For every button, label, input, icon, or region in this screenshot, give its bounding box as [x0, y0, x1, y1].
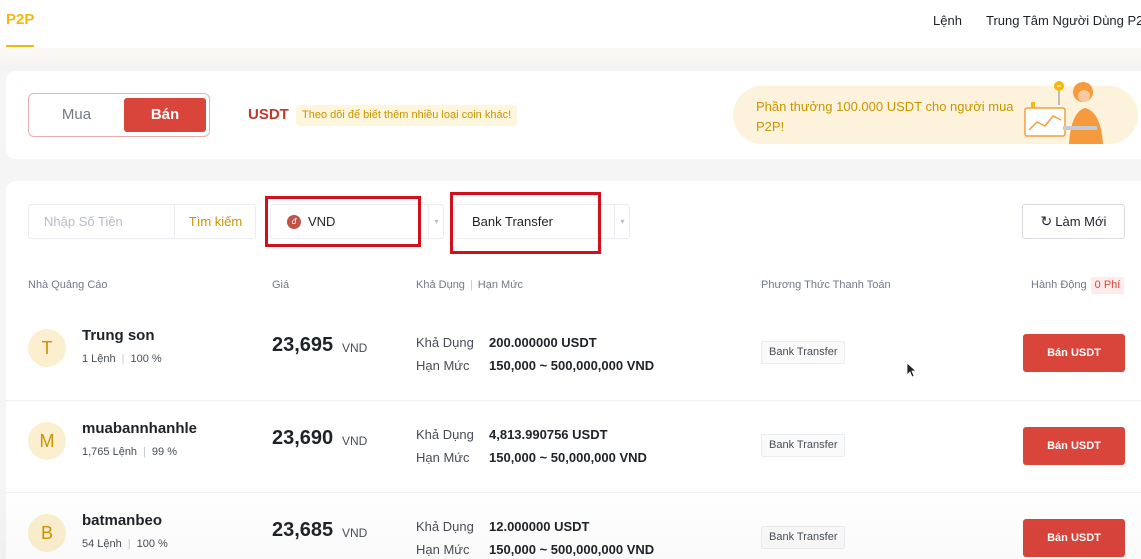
limit-value: 150,000 ~ 500,000,000 VND — [489, 542, 655, 557]
available-value: 200.000000 USDT — [489, 335, 597, 350]
mouse-pointer-icon — [906, 362, 916, 378]
market-card: Tìm kiếm đ VND ▾ Bank Transfer ▾ ↻Làm Mớ… — [6, 181, 1141, 559]
limit-value: 150,000 ~ 50,000,000 VND — [489, 450, 647, 465]
active-tab-indicator — [6, 45, 34, 47]
refresh-icon: ↻ — [1040, 213, 1053, 229]
chevron-down-icon: ▾ — [614, 205, 630, 238]
coin-selector[interactable]: USDT — [248, 106, 289, 123]
price-currency: VND — [342, 526, 368, 540]
avatar[interactable]: T — [28, 329, 66, 367]
buy-sell-toggle: Mua Bán — [28, 93, 210, 137]
limit-label: Hạn Mức — [416, 542, 470, 557]
price-value: 23,685 — [272, 519, 334, 541]
completion-rate: 99 % — [151, 446, 177, 458]
limit-value: 150,000 ~ 500,000,000 VND — [489, 358, 655, 373]
col-available-limit: Khả Dụng | Hạn Mức — [416, 279, 524, 291]
search-button[interactable]: Tìm kiếm — [174, 205, 256, 238]
reward-illustration-icon — [1024, 81, 1103, 144]
price-currency: VND — [342, 341, 368, 355]
completion-rate: 100 % — [136, 538, 168, 550]
table-row: T Trung son 1 Lệnh | 100 % 23,695 VND Khả … — [6, 308, 1141, 400]
price-value: 23,695 — [272, 334, 334, 356]
currency-highlight-box — [265, 196, 421, 247]
available-label: Khả Dụng — [416, 427, 474, 442]
sell-usdt-button[interactable]: Bán USDT — [1023, 334, 1125, 372]
payment-method-badge: Bank Transfer — [761, 341, 846, 364]
promo-card: Mua Bán USDT Theo dõi để biết thêm nhiều… — [6, 71, 1141, 159]
price-currency: VND — [342, 434, 368, 448]
header-divider-band — [0, 48, 1141, 70]
price-value: 23,690 — [272, 427, 334, 449]
nav-orders-link[interactable]: Lệnh — [933, 13, 962, 28]
chevron-down-icon: ▾ — [428, 205, 444, 238]
table-row: B batmanbeo 54 Lệnh | 100 % 23,685 VND Khả… — [6, 492, 1141, 559]
payment-highlight-box — [450, 192, 601, 254]
available-value: 12.000000 USDT — [489, 519, 590, 534]
limit-label: Hạn Mức — [416, 450, 470, 465]
advertiser-name[interactable]: batmanbeo — [82, 512, 162, 529]
zero-fee-badge: 0 Phí — [1090, 277, 1125, 294]
payment-method-badge: Bank Transfer — [761, 526, 846, 549]
order-count: 1 Lệnh — [82, 353, 116, 365]
available-value: 4,813.990756 USDT — [489, 427, 608, 442]
col-available: Khả Dụng — [416, 279, 465, 291]
advertiser-stats: 54 Lệnh | 100 % — [82, 538, 168, 550]
advertiser-stats: 1,765 Lệnh | 99 % — [82, 446, 177, 458]
advertiser-name[interactable]: muabannhanhle — [82, 420, 197, 437]
refresh-label: Làm Mới — [1055, 214, 1107, 229]
col-action: Hành Động 0 Phí — [1031, 277, 1125, 294]
reward-text: Phần thưởng 100.000 USDT cho người mua P… — [756, 99, 1014, 134]
col-action-label: Hành Động — [1031, 279, 1087, 291]
sell-usdt-button[interactable]: Bán USDT — [1023, 519, 1125, 557]
limit-label: Hạn Mức — [416, 358, 470, 373]
refresh-button[interactable]: ↻ Làm Mới — [1022, 204, 1125, 239]
col-limit: Hạn Mức — [477, 279, 524, 291]
nav-user-center-link[interactable]: Trung Tâm Người Dùng P2 — [986, 13, 1141, 28]
amount-search-group: Tìm kiếm — [28, 204, 256, 239]
col-advertiser: Nhà Quảng Cáo — [28, 279, 108, 291]
sell-tab[interactable]: Bán — [124, 98, 206, 132]
available-label: Khả Dụng — [416, 335, 474, 350]
order-count: 54 Lệnh — [82, 538, 122, 550]
advertiser-name[interactable]: Trung son — [82, 327, 155, 344]
avatar[interactable]: M — [28, 422, 66, 460]
completion-rate: 100 % — [130, 353, 162, 365]
order-count: 1,765 Lệnh — [82, 446, 138, 458]
sell-usdt-button[interactable]: Bán USDT — [1023, 427, 1125, 465]
col-price: Giá — [272, 279, 290, 291]
reward-banner[interactable]: Phần thưởng 100.000 USDT cho người mua P… — [733, 81, 1138, 144]
col-payment: Phương Thức Thanh Toán — [761, 279, 891, 291]
brand-logo[interactable]: P2P — [6, 11, 34, 28]
advertiser-stats: 1 Lệnh | 100 % — [82, 353, 162, 365]
top-bar: P2P Lệnh Trung Tâm Người Dùng P2 — [0, 0, 1141, 48]
buy-tab[interactable]: Mua — [33, 98, 120, 132]
table-row: M muabannhanhle 1,765 Lệnh | 99 % 23,690 V… — [6, 400, 1141, 492]
avatar[interactable]: B — [28, 514, 66, 552]
amount-input[interactable] — [29, 205, 174, 238]
payment-method-badge: Bank Transfer — [761, 434, 846, 457]
available-label: Khả Dụng — [416, 519, 474, 534]
coin-hint-badge: Theo dõi để biết thêm nhiều loại coin kh… — [296, 105, 518, 126]
